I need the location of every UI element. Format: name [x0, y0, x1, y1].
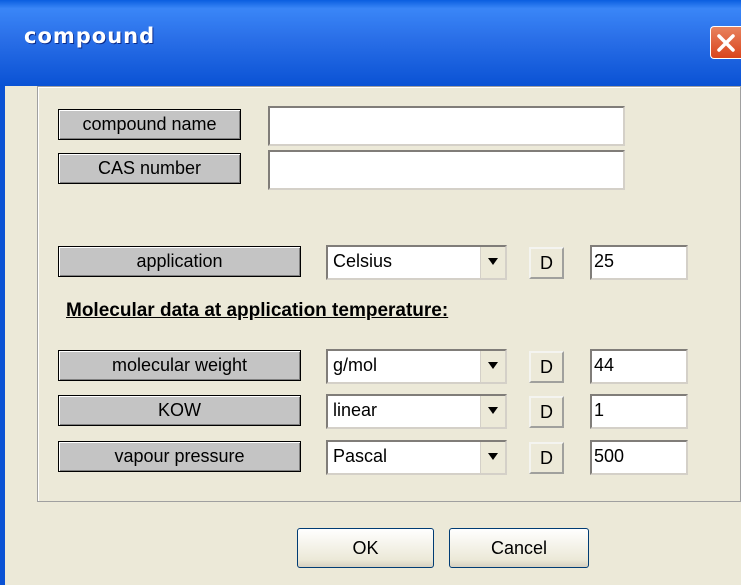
- section-title: Molecular data at application temperatur…: [66, 300, 449, 321]
- dropdown-button[interactable]: [480, 351, 505, 382]
- chevron-down-icon: [488, 258, 498, 265]
- vapour-pressure-default-button[interactable]: D: [529, 442, 564, 474]
- compound-name-label: compound name: [58, 109, 241, 140]
- application-label: application: [58, 246, 301, 277]
- molecular-weight-default-button[interactable]: D: [529, 351, 564, 383]
- vapour-pressure-value-input[interactable]: 500: [590, 440, 688, 475]
- application-unit-select[interactable]: Celsius: [326, 245, 507, 280]
- vapour-pressure-unit-value: Pascal: [333, 446, 388, 466]
- close-button[interactable]: [710, 26, 741, 59]
- vapour-pressure-label: vapour pressure: [58, 441, 301, 472]
- molecular-weight-unit-select[interactable]: g/mol: [326, 349, 507, 384]
- cancel-button[interactable]: Cancel: [449, 528, 589, 568]
- cas-number-label: CAS number: [58, 153, 241, 184]
- kow-label: KOW: [58, 395, 301, 426]
- kow-unit-select[interactable]: linear: [326, 394, 507, 429]
- chevron-down-icon: [488, 407, 498, 414]
- compound-name-input[interactable]: [268, 106, 625, 146]
- kow-default-button[interactable]: D: [529, 396, 564, 428]
- application-default-button[interactable]: D: [529, 247, 564, 279]
- application-unit-value: Celsius: [333, 251, 393, 271]
- dropdown-button[interactable]: [480, 396, 505, 427]
- application-value-input[interactable]: 25: [590, 245, 688, 280]
- title-bar[interactable]: compound: [0, 0, 741, 86]
- dropdown-button[interactable]: [480, 442, 505, 473]
- vapour-pressure-unit-select[interactable]: Pascal: [326, 440, 507, 475]
- chevron-down-icon: [488, 362, 498, 369]
- cas-number-input[interactable]: [268, 150, 625, 190]
- molecular-weight-label: molecular weight: [58, 350, 301, 381]
- kow-unit-value: linear: [333, 400, 378, 420]
- close-icon: [717, 34, 735, 52]
- dialog-client-area: compound name CAS number application Cel…: [5, 86, 741, 585]
- molecular-weight-unit-value: g/mol: [333, 355, 378, 375]
- dropdown-button[interactable]: [480, 247, 505, 278]
- chevron-down-icon: [488, 453, 498, 460]
- compound-dialog: compound compound name CAS number applic…: [0, 0, 741, 585]
- window-title: compound: [24, 24, 156, 48]
- kow-value-input[interactable]: 1: [590, 394, 688, 429]
- ok-button[interactable]: OK: [297, 528, 434, 568]
- molecular-weight-value-input[interactable]: 44: [590, 349, 688, 384]
